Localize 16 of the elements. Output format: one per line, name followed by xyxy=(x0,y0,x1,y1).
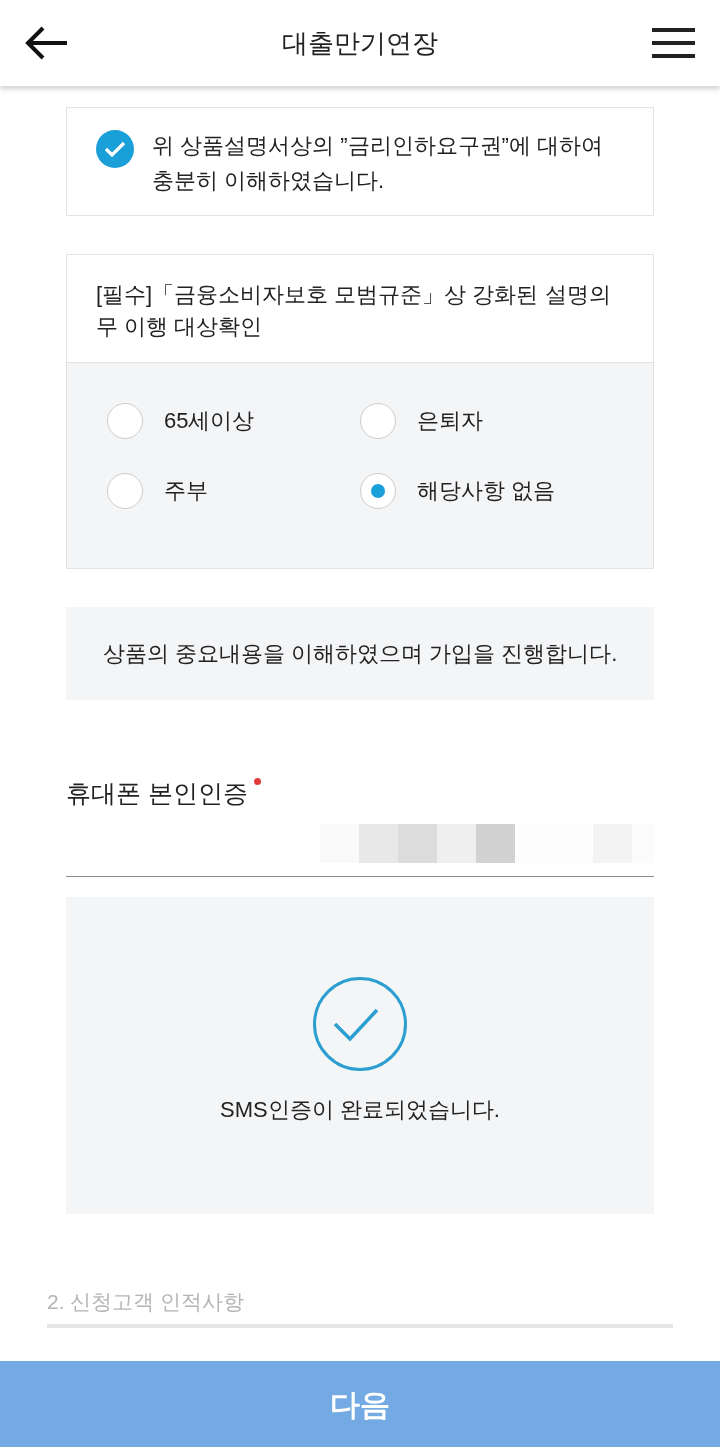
notice-text: 상품의 중요내용을 이해하였으며 가입을 진행합니다. xyxy=(66,607,654,700)
page-title: 대출만기연장 xyxy=(282,27,438,60)
radio-option[interactable]: 65세이상 xyxy=(107,403,360,439)
agreement-text: 위 상품설명서상의 ”금리인하요구권”에 대하여 충분히 이해하였습니다. xyxy=(152,132,604,195)
radio-option[interactable]: 주부 xyxy=(107,473,360,509)
radio-option[interactable]: 은퇴자 xyxy=(360,403,653,439)
back-arrow-icon xyxy=(25,26,69,60)
menu-icon xyxy=(652,28,695,58)
section-title: 2. 신청고객 인적사항 xyxy=(47,1287,673,1328)
phone-verification-label: 휴대폰 본인인증 xyxy=(66,778,248,809)
verification-message: SMS인증이 완료되었습니다. xyxy=(220,1096,500,1124)
check-circle-icon xyxy=(313,977,407,1071)
checkbox-icon[interactable] xyxy=(96,130,134,168)
menu-button[interactable] xyxy=(652,28,695,58)
back-button[interactable] xyxy=(25,26,69,60)
radio-option[interactable]: 해당사항 없음 xyxy=(360,473,653,509)
